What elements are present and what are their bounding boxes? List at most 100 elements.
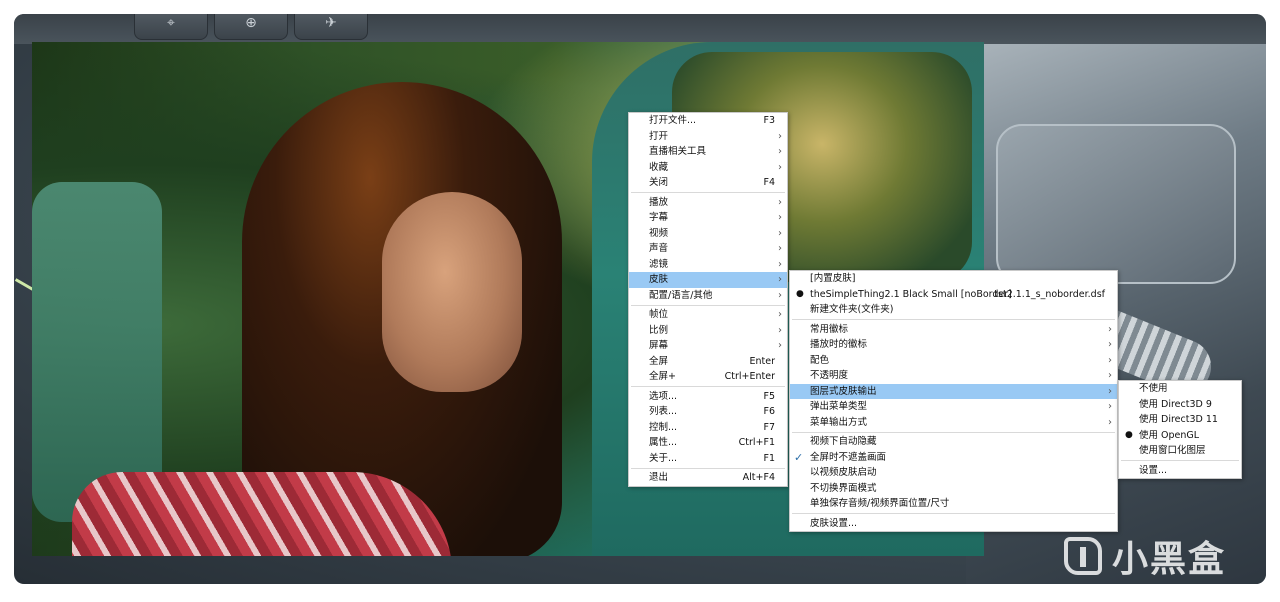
menu-item-label: 使用 Direct3D 9 xyxy=(1139,398,1212,410)
submenu-arrow-icon: › xyxy=(778,227,782,239)
menu-item-label: 设置... xyxy=(1139,464,1168,476)
menu-item[interactable]: ✓ 全屏时不遮盖画面 xyxy=(790,450,1117,466)
menu-item[interactable]: 视频 › xyxy=(629,226,787,242)
menu-item-label: 控制... xyxy=(649,421,678,433)
menu-item[interactable]: 常用徽标 › xyxy=(790,322,1117,338)
menu-item[interactable]: ● 使用 OpenGL xyxy=(1119,428,1241,444)
menu-item[interactable]: 播放时的徽标 › xyxy=(790,337,1117,353)
menu-item[interactable]: 选项... F5 xyxy=(629,389,787,405)
menu-item-label: 滤镜 xyxy=(649,258,669,270)
menu-item[interactable]: 播放 › xyxy=(629,195,787,211)
submenu-arrow-icon: › xyxy=(1108,339,1112,350)
menu-item-label: 退出 xyxy=(649,472,669,483)
menu-item[interactable]: 打开文件... F3 xyxy=(629,113,787,129)
menu-item[interactable]: 全屏+ Ctrl+Enter xyxy=(629,369,787,385)
menu-item[interactable]: 直播相关工具 › xyxy=(629,144,787,160)
submenu-arrow-icon: › xyxy=(1108,323,1112,335)
submenu-arrow-icon: › xyxy=(778,289,782,301)
menu-item-shortcut: F5 xyxy=(763,390,775,402)
menu-item-shortcut: F6 xyxy=(763,406,775,417)
menu-item[interactable]: 字幕 › xyxy=(629,210,787,226)
menu-item[interactable]: 关闭 F4 xyxy=(629,175,787,191)
menu-item-label: 单独保存音频/视频界面位置/尺寸 xyxy=(810,498,950,509)
menu-item-shortcut: Ctrl+Enter xyxy=(724,371,775,382)
menu-item[interactable]: ● theSimpleThing2.1 Black Small [noBorder… xyxy=(790,287,1117,303)
heybox-logo-icon xyxy=(1063,537,1102,575)
submenu-arrow-icon: › xyxy=(778,340,782,351)
menu-item-label: 不切换界面模式 xyxy=(810,482,877,494)
menu-item[interactable]: 比例 › xyxy=(629,323,787,339)
person-shirt-shape xyxy=(72,472,452,556)
menu-item-shortcut: F4 xyxy=(763,177,775,188)
menu-separator xyxy=(792,319,1115,320)
menu-item[interactable]: 单独保存音频/视频界面位置/尺寸 xyxy=(790,496,1117,512)
menu-item[interactable]: 配置/语言/其他 › xyxy=(629,288,787,304)
menu-item[interactable]: 不使用 xyxy=(1119,381,1241,397)
submenu-arrow-icon: › xyxy=(778,309,782,320)
checkmark-icon: ✓ xyxy=(794,450,804,464)
menu-item[interactable]: 滤镜 › xyxy=(629,257,787,273)
menu-item[interactable]: 列表... F6 xyxy=(629,404,787,420)
menu-item[interactable]: 皮肤 › xyxy=(629,272,787,288)
menu-item[interactable]: 使用窗口化图层 xyxy=(1119,443,1241,459)
menu-separator xyxy=(792,513,1115,514)
submenu-arrow-icon: › xyxy=(778,324,782,336)
menu-item[interactable]: 使用 Direct3D 9 xyxy=(1119,397,1241,413)
vehicle-left-shape xyxy=(32,182,162,522)
menu-item-label: 视频下自动隐藏 xyxy=(810,436,877,447)
menu-item-label: 比例 xyxy=(649,324,669,336)
submenu-arrow-icon: › xyxy=(778,243,782,254)
submenu-arrow-icon: › xyxy=(1108,401,1112,412)
menu-item[interactable]: 声音 › xyxy=(629,241,787,257)
menu-item[interactable]: 图层式皮肤输出 › xyxy=(790,383,1117,399)
menu-item[interactable]: 关于... F1 xyxy=(629,451,787,467)
menu-item-label: 新建文件夹(文件夹) xyxy=(810,304,894,315)
menu-item[interactable]: 不切换界面模式 xyxy=(790,481,1117,497)
menu-separator xyxy=(631,192,785,193)
menu-item[interactable]: 皮肤设置... xyxy=(790,516,1117,532)
context-menu-skin: [内置皮肤] ● theSimpleThing2.1 Black Small [no… xyxy=(789,270,1118,532)
menu-item-label: 全屏+ xyxy=(649,371,676,382)
menu-separator xyxy=(1121,460,1239,461)
menu-item[interactable]: 收藏 › xyxy=(629,160,787,176)
menu-item[interactable]: [内置皮肤] xyxy=(790,271,1117,287)
keyboard-key: ⌖ xyxy=(134,14,208,40)
menu-item[interactable]: 全屏 Enter xyxy=(629,354,787,370)
menu-item[interactable]: 配色 › xyxy=(790,353,1117,369)
menu-item[interactable]: 帧位 › xyxy=(629,307,787,323)
menu-item[interactable]: 菜单输出方式 › xyxy=(790,415,1117,431)
menu-item[interactable]: 打开 › xyxy=(629,129,787,145)
menu-item-label: 播放时的徽标 xyxy=(810,339,868,350)
menu-item[interactable]: 屏幕 › xyxy=(629,338,787,354)
menu-item-label: 列表... xyxy=(649,406,678,417)
menu-item-label: 使用 Direct3D 11 xyxy=(1139,414,1218,425)
menu-item-label: 帧位 xyxy=(649,309,669,320)
menu-item-shortcut: F3 xyxy=(763,115,775,126)
menu-item-label: 选项... xyxy=(649,390,678,402)
menu-item[interactable]: 设置... xyxy=(1119,463,1241,479)
menu-item[interactable]: 使用 Direct3D 11 xyxy=(1119,412,1241,428)
menu-item[interactable]: 弹出菜单类型 › xyxy=(790,399,1117,415)
key-glyph-icon: ⌖ xyxy=(167,15,175,31)
menu-item-shortcut: Alt+F4 xyxy=(742,472,775,483)
person-face-shape xyxy=(382,192,522,392)
menu-item-label: 字幕 xyxy=(649,212,669,223)
menu-item-label: [内置皮肤] xyxy=(810,273,856,284)
menu-item-label: 直播相关工具 xyxy=(649,146,707,157)
menu-item-label: 以视频皮肤启动 xyxy=(810,467,877,478)
menu-item[interactable]: 退出 Alt+F4 xyxy=(629,470,787,486)
menu-item-label: 皮肤 xyxy=(649,274,669,285)
menu-item-label: 常用徽标 xyxy=(810,323,849,335)
menu-item[interactable]: 属性... Ctrl+F1 xyxy=(629,435,787,451)
menu-item[interactable]: 新建文件夹(文件夹) xyxy=(790,302,1117,318)
menu-item[interactable]: 不透明度 › xyxy=(790,368,1117,384)
menu-item-label: 全屏时不遮盖画面 xyxy=(810,451,887,463)
submenu-arrow-icon: › xyxy=(778,146,782,157)
menu-item-label: theSimpleThing2.1 Black Small [noBorder] xyxy=(810,288,1012,300)
menu-item[interactable]: 控制... F7 xyxy=(629,420,787,436)
menu-item-label: 使用窗口化图层 xyxy=(1139,445,1206,456)
menu-item[interactable]: 以视频皮肤启动 xyxy=(790,465,1117,481)
submenu-arrow-icon: › xyxy=(778,196,782,208)
menu-item[interactable]: 视频下自动隐藏 xyxy=(790,434,1117,450)
device-plate xyxy=(996,124,1236,284)
